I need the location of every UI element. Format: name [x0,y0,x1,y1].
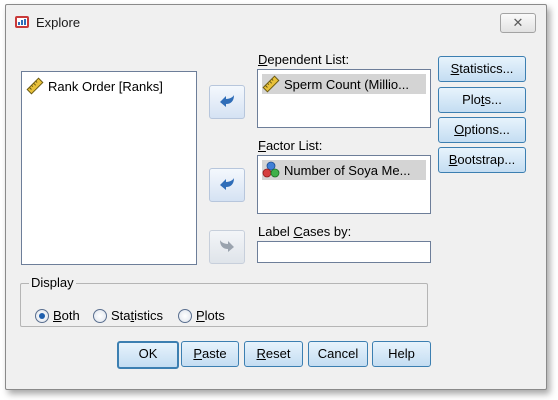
arrow-left-icon [220,95,234,107]
display-both-radio[interactable]: Both [35,308,80,323]
variable-label: Number of Soya Me... [284,162,411,178]
dependent-list[interactable]: Sperm Count (Millio... [257,69,431,128]
arrow-right-icon [220,240,234,252]
factor-list-label: Factor List: [258,138,323,153]
display-statistics-radio[interactable]: Statistics [93,308,163,323]
bootstrap-button[interactable]: Bootstrap... [438,147,526,173]
variable-label: Sperm Count (Millio... [284,76,409,92]
close-icon: ✕ [512,15,524,30]
paste-button[interactable]: Paste [181,341,239,367]
list-item[interactable]: Number of Soya Me... [262,160,426,180]
arrow-left-icon [220,178,234,190]
ruler-icon [262,75,280,93]
move-to-factor-button[interactable] [209,168,245,202]
label-cases-label: Label Cases by: [258,224,352,239]
dependent-list-label: Dependent List: [258,52,350,67]
move-to-dependent-button[interactable] [209,85,245,119]
cancel-button[interactable]: Cancel [308,341,368,367]
reset-button[interactable]: Reset [244,341,303,367]
ok-button[interactable]: OK [117,341,179,369]
variable-label: Rank Order [Ranks] [48,78,163,94]
source-variable-list[interactable]: Rank Order [Ranks] [21,71,197,265]
display-legend: Display [29,275,76,290]
close-button[interactable]: ✕ [500,13,536,33]
factor-list[interactable]: Number of Soya Me... [257,155,431,214]
label-cases-field[interactable] [257,241,431,263]
list-item[interactable]: Sperm Count (Millio... [262,74,426,94]
explore-dialog: Explore ✕ Rank Order [Ranks] Dependent L… [5,4,547,390]
display-group: Display Both Statistics Plots [20,275,428,327]
move-to-label-cases-button[interactable] [209,230,245,264]
ruler-icon [26,77,44,95]
window-title: Explore [36,15,81,30]
title-bar: Explore ✕ [6,5,546,38]
statistics-button[interactable]: Statistics... [438,56,526,82]
options-button[interactable]: Options... [438,117,526,143]
radio-unchecked-icon [178,308,192,323]
radio-unchecked-icon [93,308,107,323]
radio-checked-icon [35,308,49,323]
nominal-icon [262,161,280,178]
help-button[interactable]: Help [372,341,431,367]
display-plots-radio[interactable]: Plots [178,308,225,323]
list-item[interactable]: Rank Order [Ranks] [26,76,163,96]
plots-button[interactable]: Plots... [438,87,526,113]
spss-app-icon [15,16,29,28]
